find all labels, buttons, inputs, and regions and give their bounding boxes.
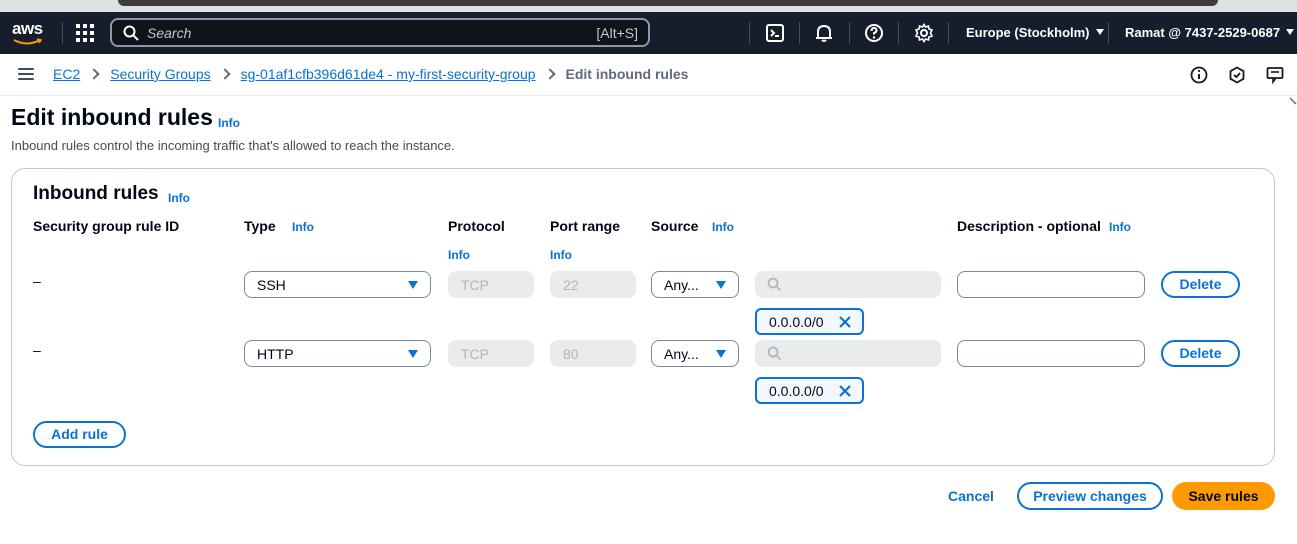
page-title-info-link[interactable]: Info <box>218 116 240 130</box>
bell-icon[interactable] <box>814 23 834 43</box>
add-rule-button[interactable]: Add rule <box>33 421 126 448</box>
search-icon <box>123 25 139 41</box>
column-header-source: Source <box>651 218 699 234</box>
type-select-value: SSH <box>257 277 286 293</box>
cidr-token: 0.0.0.0/0 <box>755 377 864 404</box>
account-label: Ramat @ 7437-2529-0687 <box>1125 25 1281 40</box>
protocol-field: TCP <box>448 271 534 298</box>
browser-chrome <box>0 0 1297 12</box>
info-panel-icon[interactable] <box>1190 66 1208 84</box>
search-input[interactable] <box>147 23 567 43</box>
caret-down-icon <box>716 281 726 289</box>
breadcrumb-security-groups[interactable]: Security Groups <box>110 66 210 82</box>
column-header-rule-id: Security group rule ID <box>33 218 180 234</box>
inbound-rules-panel: Inbound rules Info Security group rule I… <box>11 168 1275 466</box>
caret-down-icon <box>1286 29 1295 35</box>
save-rules-button[interactable]: Save rules <box>1172 482 1275 510</box>
remove-token-icon[interactable] <box>838 315 852 329</box>
search-icon <box>767 277 782 292</box>
description-info-link[interactable]: Info <box>1109 220 1131 234</box>
type-select[interactable]: SSH <box>244 271 431 298</box>
cidr-token-label: 0.0.0.0/0 <box>769 314 824 330</box>
protocol-info-link[interactable]: Info <box>448 248 470 262</box>
delete-rule-button[interactable]: Delete <box>1161 340 1240 367</box>
caret-down-icon <box>408 281 418 289</box>
nav-divider <box>849 22 850 44</box>
description-input[interactable] <box>957 271 1145 298</box>
delete-rule-button[interactable]: Delete <box>1161 271 1240 298</box>
account-menu[interactable]: Ramat @ 7437-2529-0687 <box>1125 25 1295 40</box>
chevron-right-icon <box>543 68 556 80</box>
cidr-search-input[interactable] <box>755 271 941 298</box>
port-range-field: 22 <box>550 271 636 298</box>
search-icon <box>767 346 782 361</box>
page-title: Edit inbound rules <box>11 104 213 130</box>
protocol-field: TCP <box>448 340 534 367</box>
caret-down-icon <box>716 350 726 358</box>
rule-id-value: – <box>33 273 41 289</box>
port-range-field: 80 <box>550 340 636 367</box>
menu-icon[interactable] <box>18 68 34 80</box>
scrollbar-edge[interactable] <box>1290 96 1297 544</box>
column-header-type: Type <box>244 218 276 234</box>
cidr-token: 0.0.0.0/0 <box>755 308 864 335</box>
region-selector[interactable]: Europe (Stockholm) <box>966 25 1104 40</box>
cidr-search-input[interactable] <box>755 340 941 367</box>
type-info-link[interactable]: Info <box>292 220 314 234</box>
feedback-icon[interactable] <box>1266 66 1284 84</box>
nav-divider <box>1108 22 1109 44</box>
cloudshell-icon[interactable] <box>765 23 785 43</box>
aws-logo[interactable]: aws <box>12 19 46 47</box>
aws-smile-icon <box>13 38 43 45</box>
breadcrumb-current: Edit inbound rules <box>565 66 689 82</box>
breadcrumb-ec2[interactable]: EC2 <box>53 66 80 82</box>
rule-id-value: – <box>33 342 41 358</box>
column-header-protocol: Protocol <box>448 218 505 234</box>
breadcrumb: EC2 Security Groups sg-01af1cfb396d61de4… <box>53 66 688 82</box>
panel-title: Inbound rules <box>33 183 159 204</box>
source-select-value: Any... <box>664 346 699 362</box>
preview-changes-button[interactable]: Preview changes <box>1017 482 1163 510</box>
search-shortcut: [Alt+S] <box>596 25 638 41</box>
top-navigation: aws [Alt+S] Europe <box>0 12 1297 54</box>
source-info-link[interactable]: Info <box>712 220 734 234</box>
column-header-description: Description - optional <box>957 218 1101 234</box>
cidr-token-label: 0.0.0.0/0 <box>769 383 824 399</box>
cancel-button[interactable]: Cancel <box>948 488 994 504</box>
nav-divider <box>749 22 750 44</box>
port-range-info-link[interactable]: Info <box>550 248 572 262</box>
services-grid-icon[interactable] <box>76 24 94 42</box>
browser-tab-strip <box>118 0 1218 6</box>
aws-logo-text: aws <box>12 19 43 38</box>
breadcrumb-security-group[interactable]: sg-01af1cfb396d61de4 - my-first-security… <box>241 66 536 82</box>
remove-token-icon[interactable] <box>838 384 852 398</box>
nav-divider <box>898 22 899 44</box>
region-label: Europe (Stockholm) <box>966 25 1090 40</box>
source-select[interactable]: Any... <box>651 271 739 298</box>
breadcrumb-bar: EC2 Security Groups sg-01af1cfb396d61de4… <box>0 54 1297 96</box>
description-input[interactable] <box>957 340 1145 367</box>
column-header-port-range: Port range <box>550 218 621 234</box>
source-select[interactable]: Any... <box>651 340 739 367</box>
nav-divider <box>62 22 63 44</box>
chevron-right-icon <box>88 68 100 80</box>
notifications-panel-icon[interactable] <box>1228 66 1246 84</box>
source-select-value: Any... <box>664 277 699 293</box>
search-box[interactable]: [Alt+S] <box>110 18 650 47</box>
caret-down-icon <box>408 350 418 358</box>
chevron-right-icon <box>218 68 231 80</box>
type-select[interactable]: HTTP <box>244 340 431 367</box>
caret-down-icon <box>1095 29 1104 35</box>
help-icon[interactable] <box>864 23 884 43</box>
page-subtitle: Inbound rules control the incoming traff… <box>11 138 455 153</box>
type-select-value: HTTP <box>257 346 294 362</box>
nav-divider <box>799 22 800 44</box>
nav-divider <box>948 22 949 44</box>
panel-title-info-link[interactable]: Info <box>168 191 190 205</box>
settings-icon[interactable] <box>914 23 934 43</box>
